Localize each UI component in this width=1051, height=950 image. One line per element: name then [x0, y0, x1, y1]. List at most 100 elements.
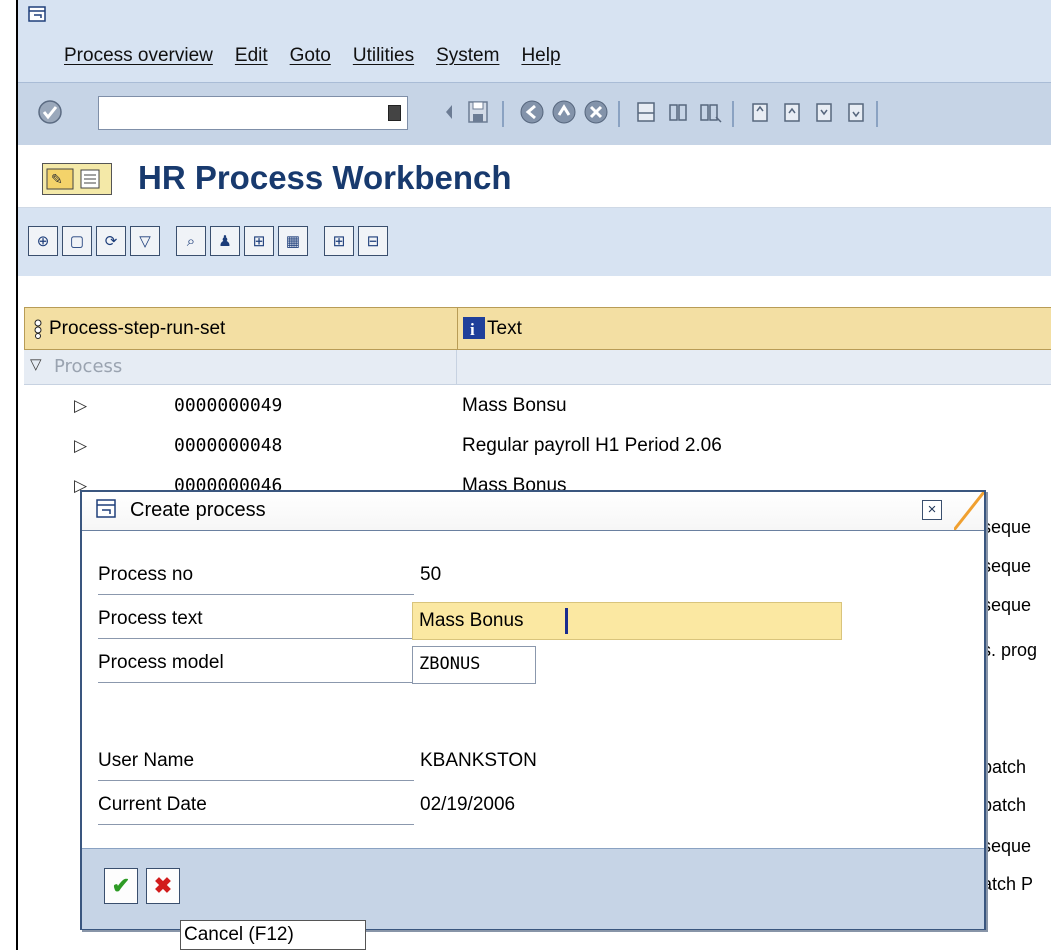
field-underline [98, 780, 414, 781]
sap-window: Process overview Edit Goto Utilities Sys… [16, 0, 1051, 950]
menu-goto[interactable]: Goto [290, 45, 331, 67]
dialog-title: Create process [130, 499, 266, 521]
title-bar: ✎ HR Process Workbench [18, 145, 1051, 208]
field-underline [98, 594, 414, 595]
tree-group-process[interactable]: ▽ Process [24, 350, 1051, 385]
hidden-row-text: batch [982, 795, 1027, 815]
group-label: Process [54, 356, 123, 377]
menu: Process overview Edit Goto Utilities Sys… [64, 45, 583, 67]
hidden-row-text: batch [982, 757, 1027, 777]
find-icon[interactable] [664, 97, 692, 127]
dialog-close-icon[interactable]: × [922, 500, 942, 520]
collapse-icon[interactable]: ⊟ [358, 226, 388, 256]
process-text-input[interactable]: Mass Bonus [412, 602, 842, 640]
expand-triangle-icon[interactable]: ▷ [74, 396, 87, 416]
next-page-icon[interactable] [810, 97, 838, 127]
field-underline [98, 682, 414, 683]
menu-edit[interactable]: Edit [235, 45, 268, 67]
execute-icon[interactable]: ⊕ [28, 226, 58, 256]
cancel-button[interactable]: ✖ [146, 868, 180, 904]
title-accent [954, 492, 984, 530]
process-icon: ✎ [46, 168, 100, 190]
process-model-label: Process model [98, 652, 224, 673]
command-dropdown-icon[interactable] [388, 105, 401, 121]
enter-check-icon[interactable] [36, 97, 64, 127]
col-divider [456, 350, 457, 384]
confirm-button[interactable]: ✔ [104, 868, 138, 904]
user-name-value: KBANKSTON [420, 750, 537, 771]
cancel-icon[interactable] [582, 97, 610, 127]
current-date-value: 02/19/2006 [420, 794, 516, 815]
menu-process-overview[interactable]: Process overview [64, 45, 213, 67]
expand-triangle-icon[interactable]: ▷ [74, 436, 87, 456]
exit-icon[interactable] [550, 97, 578, 127]
col-text-label: Text [487, 318, 522, 339]
menu-utilities[interactable]: Utilities [353, 45, 414, 67]
field-underline [98, 638, 414, 639]
svg-text:✎: ✎ [51, 172, 63, 188]
process-text-label: Process text [98, 608, 203, 629]
hierarchy-icon[interactable]: ⊞ [244, 226, 274, 256]
svg-text:i: i [470, 320, 475, 339]
toolbar-separator [502, 101, 504, 127]
display-icon[interactable]: ⌕ [176, 226, 206, 256]
window-menu-icon[interactable] [28, 6, 46, 22]
hidden-row-text: seque [982, 595, 1032, 615]
user-name-label: User Name [98, 750, 195, 771]
create-process-dialog: Create process × Process no 50 Process t… [80, 490, 986, 930]
create-icon[interactable]: ▢ [62, 226, 92, 256]
menu-bar: Process overview Edit Goto Utilities Sys… [18, 0, 1051, 82]
expand-icon[interactable]: ⊞ [324, 226, 354, 256]
collapse-triangle-icon[interactable]: ▽ [30, 355, 42, 373]
tree-header: Process-step-run-set i Text [24, 307, 1051, 350]
back-icon[interactable] [518, 97, 546, 127]
toolbar-separator [732, 101, 734, 127]
filter-icon[interactable]: ▽ [130, 226, 160, 256]
application-toolbar: ⊕ ▢ ⟳ ▽ ⌕ ♟ ⊞ ▦ ⊞ ⊟ [18, 208, 1051, 276]
process-no-label: Process no [98, 564, 194, 585]
hidden-row-text: atch P [982, 874, 1034, 894]
command-field[interactable] [98, 96, 408, 130]
process-model-value: ZBONUS [419, 654, 481, 674]
tree-row[interactable]: ▷ 0000000049 Mass Bonsu [24, 388, 1051, 426]
process-text: Mass Bonsu [462, 395, 567, 416]
menu-system[interactable]: System [436, 45, 499, 67]
back-arrow-icon[interactable] [436, 97, 464, 127]
first-page-icon[interactable] [746, 97, 774, 127]
process-no-value: 50 [420, 564, 442, 585]
field-underline [98, 824, 414, 825]
page-title: HR Process Workbench [138, 159, 512, 196]
process-text-value: Mass Bonus [419, 610, 524, 631]
col-process-label: Process-step-run-set [49, 318, 226, 339]
save-icon[interactable] [464, 97, 492, 127]
info-header-icon: i [463, 317, 485, 339]
dialog-title-bar[interactable]: Create process × [82, 492, 984, 531]
previous-page-icon[interactable] [778, 97, 806, 127]
toolbar-separator [876, 101, 878, 127]
process-model-input[interactable]: ZBONUS [412, 646, 536, 684]
tree-col-header[interactable]: Process-step-run-set [25, 308, 458, 349]
tree-row[interactable]: ▷ 0000000048 Regular payroll H1 Period 2… [24, 428, 1051, 466]
dialog-footer: ✔ ✖ [82, 848, 984, 929]
hidden-row-text: s. prog [982, 640, 1038, 660]
hierarchy-header-icon [34, 319, 42, 339]
find-next-icon[interactable] [696, 97, 724, 127]
process-number: 0000000049 [174, 395, 283, 416]
current-date-label: Current Date [98, 794, 207, 815]
users-icon[interactable]: ♟ [210, 226, 240, 256]
process-number: 0000000048 [174, 435, 283, 456]
process-text: Regular payroll H1 Period 2.06 [462, 435, 722, 456]
layout-icon[interactable]: ▦ [278, 226, 308, 256]
hidden-row-text: seque [982, 836, 1032, 856]
menu-help[interactable]: Help [521, 45, 560, 67]
dialog-window-icon [96, 499, 116, 518]
print-icon[interactable] [632, 97, 660, 127]
last-page-icon[interactable] [842, 97, 870, 127]
checkmark-icon: ✔ [111, 873, 131, 898]
text-caret [565, 608, 568, 634]
cancel-x-icon: ✖ [153, 873, 173, 898]
standard-toolbar [18, 82, 1051, 146]
hidden-row-text: seque [982, 517, 1032, 537]
refresh-icon[interactable]: ⟳ [96, 226, 126, 256]
cancel-tooltip: Cancel (F12) [180, 920, 366, 950]
